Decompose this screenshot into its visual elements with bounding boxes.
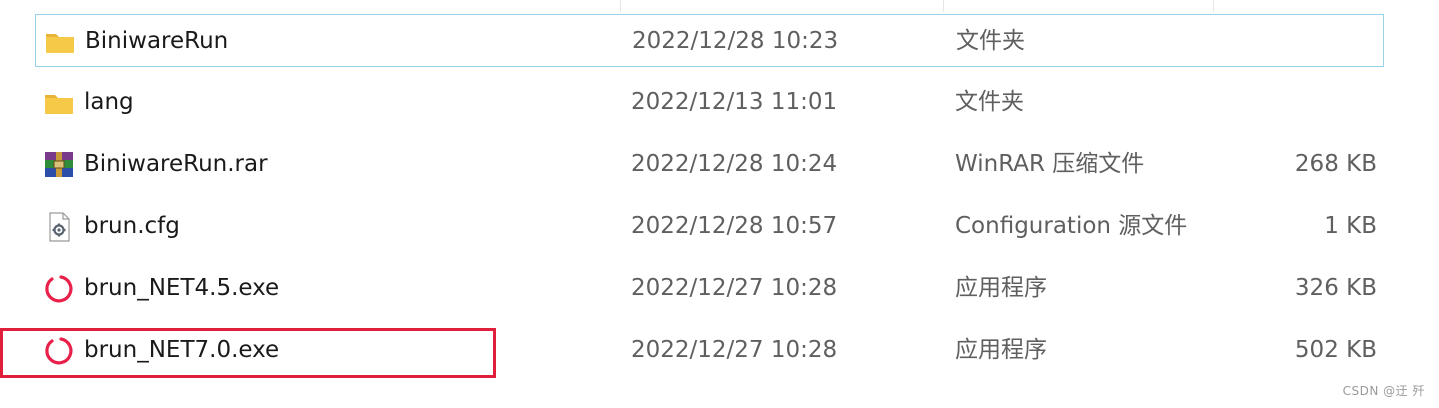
app-ring-icon <box>43 273 75 305</box>
file-row-brun-net45-exe[interactable]: brun_NET4.5.exe 2022/12/27 10:28 应用程序 32… <box>35 262 1384 315</box>
file-date: 2022/12/27 10:28 <box>631 337 838 363</box>
file-row-brun-cfg[interactable]: brun.cfg 2022/12/28 10:57 Configuration … <box>35 200 1384 253</box>
file-type: 文件夹 <box>955 89 1024 115</box>
file-date: 2022/12/28 10:57 <box>631 213 838 239</box>
file-size: 326 KB <box>1294 275 1377 301</box>
file-size: 502 KB <box>1294 337 1377 363</box>
winrar-archive-icon <box>43 149 75 181</box>
folder-icon <box>43 87 75 119</box>
file-name: lang <box>84 89 134 115</box>
file-name: BiniwareRun <box>85 28 229 54</box>
file-date: 2022/12/28 10:24 <box>631 151 838 177</box>
folder-icon <box>44 26 76 58</box>
file-type: Configuration 源文件 <box>955 213 1188 239</box>
file-date: 2022/12/27 10:28 <box>631 275 838 301</box>
file-name: brun.cfg <box>84 213 180 239</box>
file-date: 2022/12/28 10:23 <box>632 28 839 54</box>
column-separator-name-date[interactable] <box>620 0 621 12</box>
file-name: brun_NET4.5.exe <box>84 275 280 301</box>
config-file-icon <box>43 211 75 243</box>
file-type: WinRAR 压缩文件 <box>955 151 1145 177</box>
watermark: CSDN @迂 歼 <box>1342 384 1425 398</box>
file-name: BiniwareRun.rar <box>84 151 268 177</box>
file-size: 1 KB <box>1324 213 1377 239</box>
file-type: 应用程序 <box>955 337 1047 363</box>
file-date: 2022/12/13 11:01 <box>631 89 838 115</box>
file-type: 文件夹 <box>956 28 1025 54</box>
file-row-lang[interactable]: lang 2022/12/13 11:01 文件夹 <box>35 76 1384 129</box>
file-row-biniwarerun[interactable]: BiniwareRun 2022/12/28 10:23 文件夹 <box>35 14 1384 67</box>
file-row-biniwarerun-rar[interactable]: BiniwareRun.rar 2022/12/28 10:24 WinRAR … <box>35 138 1384 191</box>
highlight-annotation-box <box>0 328 496 378</box>
column-separator-date-type[interactable] <box>943 0 944 12</box>
file-type: 应用程序 <box>955 275 1047 301</box>
file-size: 268 KB <box>1294 151 1377 177</box>
column-separator-type-size[interactable] <box>1213 0 1214 12</box>
